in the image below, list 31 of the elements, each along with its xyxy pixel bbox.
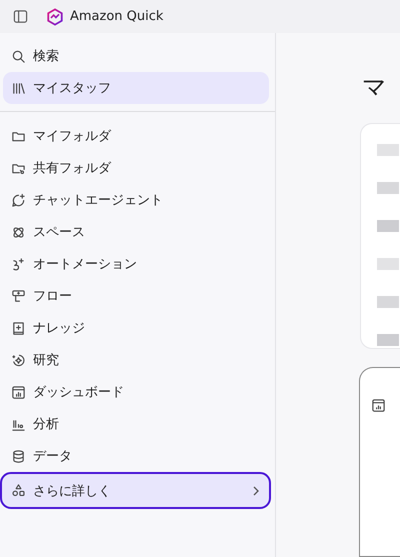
library-icon xyxy=(11,80,26,96)
nav-item[interactable]: ナレッジ xyxy=(3,312,269,344)
dashboard-icon xyxy=(371,398,386,414)
blurred-text xyxy=(377,258,399,270)
blurred-text xyxy=(377,334,399,346)
blurred-text xyxy=(377,296,399,308)
page-heading: マ xyxy=(362,75,387,99)
nav-item[interactable]: 共有フォルダ xyxy=(3,152,269,184)
nav-item[interactable]: 検索 xyxy=(3,40,269,72)
blurred-text xyxy=(377,182,399,194)
blurred-text xyxy=(377,144,399,156)
nav-item[interactable]: マイスタッフ xyxy=(3,72,269,104)
search-icon xyxy=(11,48,26,64)
nav-item[interactable]: マイフォルダ xyxy=(3,120,269,152)
nav-item[interactable]: チャットエージェント xyxy=(3,184,269,216)
nav-item[interactable]: オートメーション xyxy=(3,248,269,280)
more-menu-item[interactable]: さらに詳しく xyxy=(0,472,271,509)
dashboard-icon xyxy=(11,384,26,400)
app-title: Amazon Quick xyxy=(70,9,164,24)
nav-item[interactable]: 研究 xyxy=(3,344,269,376)
nav-item[interactable]: データ xyxy=(3,440,269,472)
nav-item[interactable]: フロー xyxy=(3,280,269,312)
logo-icon xyxy=(46,8,64,26)
chat-icon xyxy=(11,192,26,208)
nav-item[interactable]: スペース xyxy=(3,216,269,248)
chevron-right-icon xyxy=(252,484,260,496)
shapes-icon xyxy=(11,483,26,498)
nav-item[interactable]: ダッシュボード xyxy=(3,376,269,408)
blurred-text xyxy=(377,220,399,232)
data-icon xyxy=(11,448,26,464)
nav-item[interactable]: 分析 xyxy=(3,408,269,440)
